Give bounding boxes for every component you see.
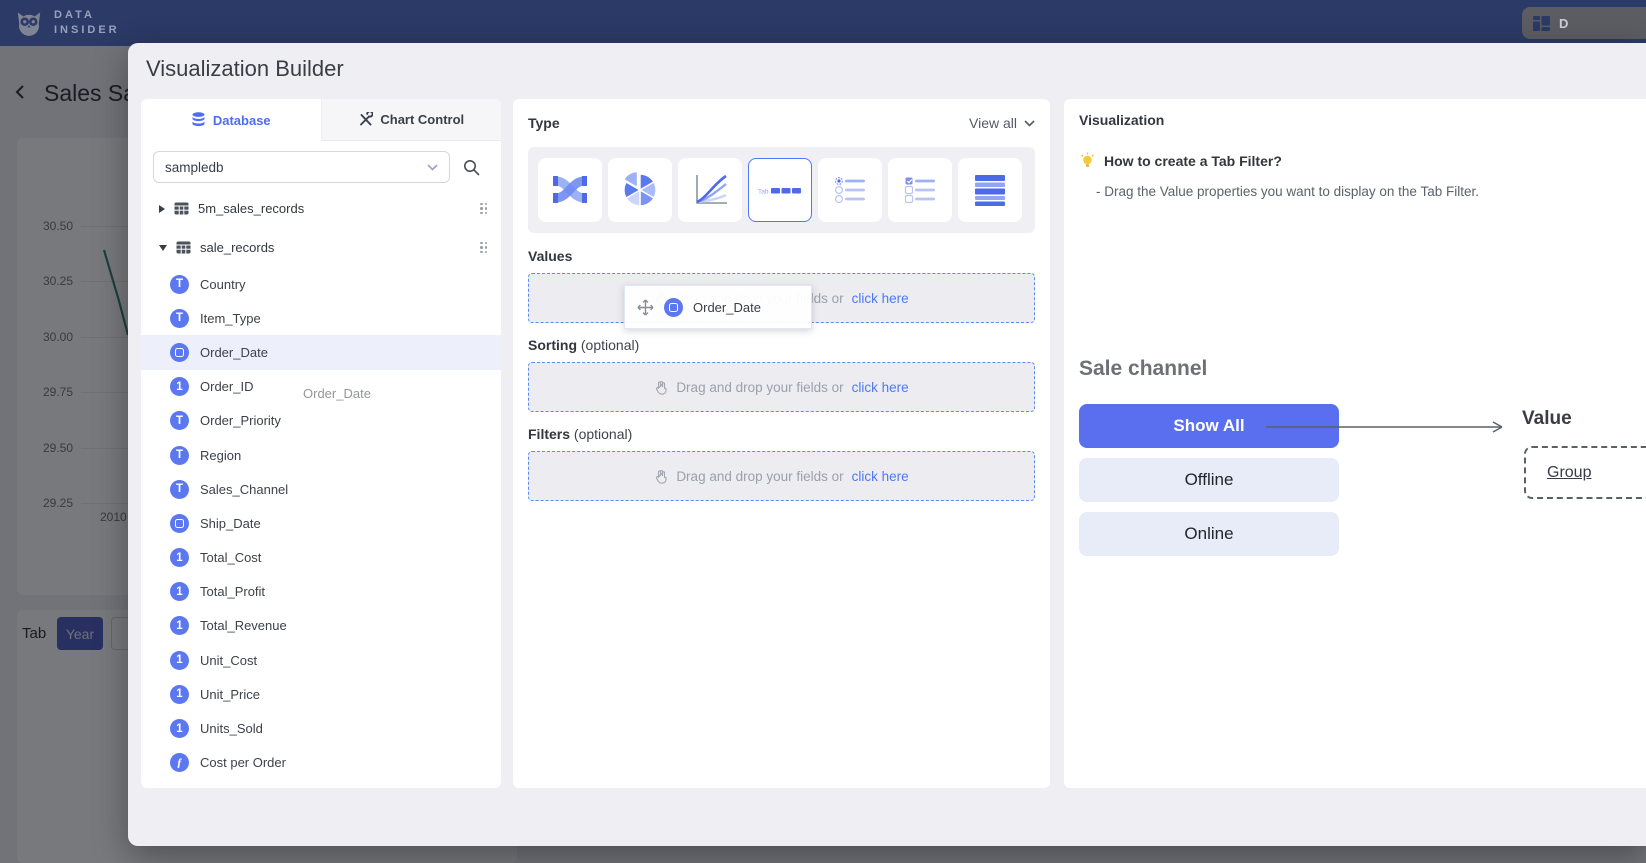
svg-text:Tab: Tab xyxy=(758,189,769,196)
click-here-link[interactable]: click here xyxy=(852,380,909,395)
field-type-icon: 1 xyxy=(170,651,189,670)
field-row-total-cost[interactable]: 1 Total_Cost xyxy=(141,541,501,575)
chart-type-pie[interactable] xyxy=(608,158,672,222)
brand-logo: DATA INSIDER xyxy=(14,8,120,38)
field-type-icon: ƒ xyxy=(170,753,189,772)
modal-title: Visualization Builder xyxy=(146,56,344,82)
schema-tree: 5m_sales_records sale_records T Country xyxy=(141,187,501,780)
caret-down-icon xyxy=(159,245,167,251)
brand-name: DATA INSIDER xyxy=(54,8,120,38)
dashboard-icon xyxy=(1533,16,1550,31)
filters-dropzone[interactable]: Drag and drop your fields or click here xyxy=(528,451,1035,501)
field-row-cost-per-order[interactable]: ƒ Cost per Order xyxy=(141,746,501,780)
database-search-row: sampledb xyxy=(141,141,501,187)
database-select[interactable]: sampledb xyxy=(153,151,450,183)
click-here-link[interactable]: click here xyxy=(852,291,909,306)
field-type-icon: 1 xyxy=(170,548,189,567)
dragging-field-chip[interactable]: Order_Date xyxy=(624,285,812,329)
chart-type-line[interactable] xyxy=(678,158,742,222)
tip-body: - Drag the Value properties you want to … xyxy=(1096,184,1479,199)
chart-type-strip: Tab xyxy=(528,147,1035,233)
visualization-builder-modal: Visualization Builder Database Chart Con… xyxy=(128,43,1646,846)
annotation-group-box: Group xyxy=(1524,446,1646,499)
field-row-region[interactable]: T Region xyxy=(141,438,501,472)
field-row-ship-date[interactable]: Ship_Date xyxy=(141,506,501,540)
field-row-sales-channel[interactable]: T Sales_Channel xyxy=(141,472,501,506)
hand-drag-icon xyxy=(654,469,668,484)
field-row-total-revenue[interactable]: 1 Total_Revenue xyxy=(141,609,501,643)
annotation-value-label: Value xyxy=(1522,408,1572,430)
drag-ghost-label: Order_Date xyxy=(303,386,371,401)
field-type-icon: 1 xyxy=(170,582,189,601)
field-row-item-type[interactable]: T Item_Type xyxy=(141,301,501,335)
database-icon xyxy=(191,112,206,128)
tab-chart-control[interactable]: Chart Control xyxy=(321,99,502,141)
annotation-arrow xyxy=(1266,416,1514,438)
field-row-order-priority[interactable]: T Order_Priority xyxy=(141,404,501,438)
field-type-icon: 1 xyxy=(170,616,189,635)
field-row-unit-cost[interactable]: 1 Unit_Cost xyxy=(141,643,501,677)
table-icon xyxy=(176,241,191,254)
chart-type-checkbox-list[interactable] xyxy=(888,158,952,222)
values-label: Values xyxy=(528,248,1035,264)
type-label: Type xyxy=(528,115,560,131)
sorting-label: Sorting (optional) xyxy=(528,337,1035,353)
field-row-unit-price[interactable]: 1 Unit_Price xyxy=(141,677,501,711)
more-options-icon[interactable] xyxy=(480,242,487,254)
panel-tabs: Database Chart Control xyxy=(141,99,501,141)
dashboard-nav-button[interactable]: D xyxy=(1522,7,1646,39)
tab-database[interactable]: Database xyxy=(141,99,321,141)
visualization-heading: Visualization xyxy=(1079,112,1164,128)
annotation-group-link[interactable]: Group xyxy=(1547,464,1591,482)
date-field-icon xyxy=(664,298,683,317)
table-icon xyxy=(174,202,189,215)
field-list: T Country T Item_Type Order_Date 1 xyxy=(141,267,501,780)
field-type-icon: T xyxy=(170,411,189,430)
lightbulb-icon xyxy=(1079,152,1096,169)
preview-widget-title: Sale channel xyxy=(1079,357,1207,381)
field-type-icon: T xyxy=(170,275,189,294)
channel-option-offline[interactable]: Offline xyxy=(1079,458,1339,502)
field-row-order-date[interactable]: Order_Date xyxy=(141,335,501,369)
table-row-sale-records[interactable]: sale_records xyxy=(141,228,501,267)
field-type-icon: 1 xyxy=(170,377,189,396)
filters-label: Filters (optional) xyxy=(528,426,1035,442)
field-row-total-profit[interactable]: 1 Total_Profit xyxy=(141,575,501,609)
values-dropzone[interactable]: Drag and drop your fields or click here … xyxy=(528,273,1035,323)
chart-config-panel: Type View all Tab Values Drag and drop y… xyxy=(513,99,1050,788)
database-panel: Database Chart Control sampledb 5m_sales… xyxy=(141,99,501,788)
dashboard-button-label: D xyxy=(1559,16,1568,31)
top-navbar: DATA INSIDER D xyxy=(0,0,1646,46)
field-type-icon xyxy=(170,343,189,362)
click-here-link[interactable]: click here xyxy=(852,469,909,484)
more-options-icon[interactable] xyxy=(480,203,487,215)
search-icon[interactable] xyxy=(462,158,481,177)
field-type-icon: T xyxy=(170,309,189,328)
field-row-country[interactable]: T Country xyxy=(141,267,501,301)
owl-logo-icon xyxy=(14,8,44,38)
chart-type-table[interactable] xyxy=(958,158,1022,222)
chart-type-tab-filter[interactable]: Tab xyxy=(748,158,812,222)
table-row-5m-sales-records[interactable]: 5m_sales_records xyxy=(141,189,501,228)
field-type-icon: T xyxy=(170,480,189,499)
field-type-icon xyxy=(170,514,189,533)
move-icon xyxy=(637,299,654,316)
hand-drag-icon xyxy=(654,380,668,395)
field-row-units-sold[interactable]: 1 Units_Sold xyxy=(141,711,501,745)
view-all-button[interactable]: View all xyxy=(969,115,1035,131)
chevron-down-icon xyxy=(427,164,438,171)
caret-right-icon xyxy=(159,205,165,213)
tools-icon xyxy=(358,112,373,127)
chevron-down-icon xyxy=(1024,120,1035,127)
chart-type-sankey[interactable] xyxy=(538,158,602,222)
chart-type-radio-list[interactable] xyxy=(818,158,882,222)
field-type-icon: 1 xyxy=(170,719,189,738)
channel-option-online[interactable]: Online xyxy=(1079,512,1339,556)
field-type-icon: T xyxy=(170,446,189,465)
sorting-dropzone[interactable]: Drag and drop your fields or click here xyxy=(528,362,1035,412)
field-type-icon: 1 xyxy=(170,685,189,704)
visualization-panel: Visualization How to create a Tab Filter… xyxy=(1064,99,1646,788)
tip-title: How to create a Tab Filter? xyxy=(1079,152,1282,169)
